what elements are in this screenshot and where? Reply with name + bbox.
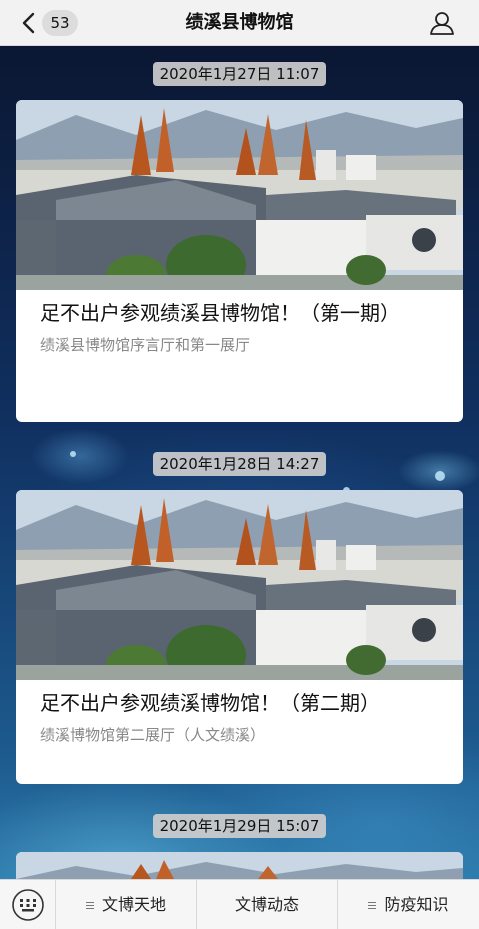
menu-item-label: 文博天地: [101, 895, 166, 914]
menu-item-fangyi-zhishi[interactable]: 防疫知识: [338, 880, 479, 929]
user-icon[interactable]: [429, 10, 455, 36]
article-subtitle: 绩溪博物馆第二展厅（人文绩溪）: [40, 726, 266, 744]
museum-photo: [16, 490, 463, 680]
article-title: 足不出户参观绩溪县博物馆！（第一期）: [40, 301, 400, 325]
article-card[interactable]: 足不出户参观绩溪县博物馆！（第一期） 绩溪县博物馆序言厅和第一展厅: [16, 100, 463, 422]
menu-item-label: 防疫知识: [384, 895, 449, 914]
keyboard-toggle-button[interactable]: [0, 880, 56, 929]
article-subtitle: 绩溪县博物馆序言厅和第一展厅: [40, 336, 251, 354]
top-navigation-bar: 53 绩溪县博物馆: [0, 0, 479, 46]
article-title: 足不出户参观绩溪博物馆！（第二期）: [40, 691, 380, 715]
page-title: 绩溪县博物馆: [185, 12, 294, 33]
menu-item-wenbo-dongtai[interactable]: 文博动态: [197, 880, 338, 929]
article-card[interactable]: [16, 852, 463, 879]
timestamp-label: 2020年1月27日 11:07: [152, 62, 327, 86]
menu-lines-icon: [85, 900, 94, 911]
article-card[interactable]: 足不出户参观绩溪博物馆！（第二期） 绩溪博物馆第二展厅（人文绩溪）: [16, 490, 463, 784]
museum-photo: [16, 852, 463, 879]
timestamp-label: 2020年1月28日 14:27: [152, 452, 327, 476]
menu-item-wenbo-tiandi[interactable]: 文博天地: [56, 880, 197, 929]
menu-lines-icon: [368, 900, 377, 911]
bottom-menu-bar: 文博天地 文博动态 防疫知识: [0, 879, 479, 929]
menu-item-label: 文博动态: [234, 895, 299, 914]
keyboard-icon: [12, 889, 44, 921]
timestamp-label: 2020年1月29日 15:07: [152, 814, 327, 838]
message-timestamp: 2020年1月28日 14:27: [0, 452, 479, 476]
message-timestamp: 2020年1月27日 11:07: [0, 62, 479, 86]
museum-photo: [16, 100, 463, 290]
message-timestamp: 2020年1月29日 15:07: [0, 814, 479, 838]
